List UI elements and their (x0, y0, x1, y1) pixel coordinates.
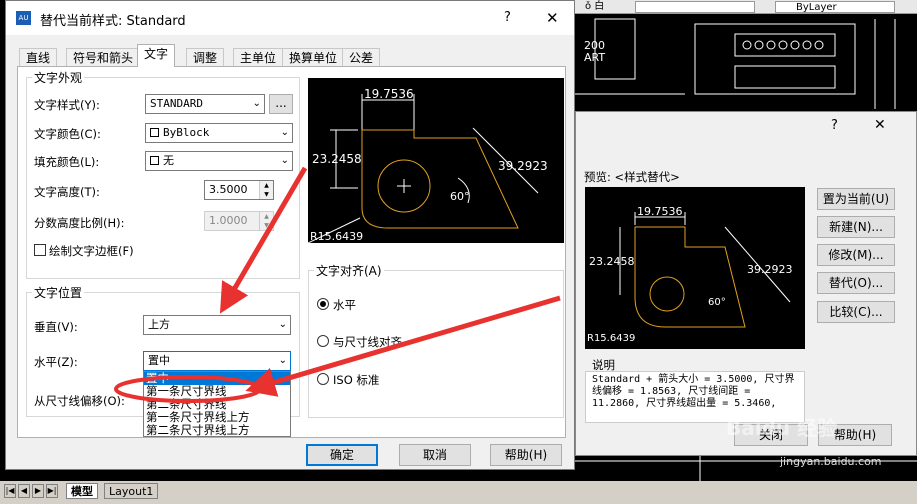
set-current-button[interactable]: 置为当前(U) (817, 188, 895, 210)
cancel-button[interactable]: 取消 (399, 444, 471, 466)
offset-label: 从尺寸线偏移(O): (34, 394, 125, 408)
tab-text[interactable]: 文字 (137, 44, 176, 67)
chevron-down-icon: ⌄ (280, 127, 289, 138)
text-style-label: 文字样式(Y): (34, 98, 100, 112)
text-alignment-label: 文字对齐(A) (314, 262, 384, 279)
text-tab-panel: 文字外观 文字样式(Y): STANDARD ⌄ ... 文字颜色(C): ByB… (17, 66, 566, 438)
next-tab-button[interactable]: ▶ (32, 484, 44, 498)
fill-color-combo[interactable]: 无 ⌄ (145, 151, 293, 171)
cad-drawing (575, 18, 896, 109)
preview-dim-left: 23.2458 (589, 255, 635, 268)
preview-dim-top: 19.7536 (637, 205, 683, 218)
chevron-down-icon: ⌄ (278, 319, 287, 330)
preview-drawing: 19.7536 23.2458 39.2923 60° R15.6439 (307, 87, 548, 244)
preview-dim-right: 39.2923 (498, 159, 548, 173)
preview-drawing: 19.7536 23.2458 39.2923 60° R15.6439 (587, 205, 793, 344)
tab-fit[interactable]: 调整 (186, 48, 225, 67)
prev-tab-button[interactable]: ◀ (18, 484, 30, 498)
app-icon: AU (16, 11, 31, 25)
align-with-dimline-label: 与尺寸线对齐 (333, 335, 402, 349)
override-style-dialog: AU 替代当前样式: Standard ? ✕ 直线 符号和箭头 文字 调整 主… (5, 0, 575, 470)
preview-dim-right: 39.2923 (747, 263, 793, 276)
horizontal-dropdown-list: 置中 第一条尺寸界线 第二条尺寸界线 第一条尺寸界线上方 第二条尺寸界线上方 (143, 371, 291, 437)
dimstyle-manager-dialog: ? ✕ 预览: <样式替代> 19.7536 23.2458 39.2923 6… (575, 111, 917, 456)
preview-dim-radius: R15.6439 (587, 333, 635, 344)
first-tab-button[interactable]: |◀ (4, 484, 16, 498)
horizontal-combo[interactable]: 置中 ⌄ (143, 351, 291, 371)
align-horizontal-radio[interactable] (317, 298, 329, 310)
color-swatch-icon (150, 128, 159, 137)
text-height-label: 文字高度(T): (34, 185, 100, 199)
style-preview: 19.7536 23.2458 39.2923 60° R15.6439 (585, 187, 805, 349)
close-icon[interactable]: ✕ (546, 9, 559, 27)
chevron-down-icon: ⌄ (280, 155, 289, 166)
dialog-title: 替代当前样式: Standard (40, 14, 186, 29)
spinner-icon[interactable]: ▲ ▼ (259, 181, 273, 199)
help-button[interactable]: 帮助(H) (490, 444, 562, 466)
watermark: Baidu 经验 (726, 416, 838, 440)
layout1-tab[interactable]: Layout1 (104, 483, 159, 499)
override-style-button[interactable]: 替代(O)... (817, 272, 895, 294)
draw-frame-checkbox[interactable] (34, 244, 46, 256)
model-tab[interactable]: 模型 (66, 483, 98, 499)
dropdown-option-over-second[interactable]: 第二条尺寸界线上方 (144, 424, 290, 437)
chevron-down-icon: ⌄ (252, 98, 261, 109)
draw-frame-label: 绘制文字边框(F) (49, 244, 134, 258)
preview-label: 预览: <样式替代> (584, 170, 680, 184)
tab-alternate-units[interactable]: 换算单位 (282, 48, 345, 67)
text-placement-label: 文字位置 (32, 284, 85, 301)
cad-text: 200 ART (584, 39, 606, 64)
tab-lines[interactable]: 直线 (19, 48, 58, 67)
modify-style-button[interactable]: 修改(M)... (817, 244, 895, 266)
preview-dim-top: 19.7536 (364, 87, 414, 101)
text-preview: 19.7536 23.2458 39.2923 60° R15.6439 (307, 78, 564, 244)
new-style-button[interactable]: 新建(N)... (817, 216, 895, 238)
watermark-url: jingyan.baidu.com (780, 455, 882, 468)
close-icon[interactable]: ✕ (874, 117, 886, 133)
layer-color-label: ǒ 白 (585, 1, 605, 12)
last-tab-button[interactable]: ▶| (46, 484, 58, 498)
title-bar: AU 替代当前样式: Standard ? ✕ (6, 1, 574, 35)
layout-tabs-bar: |◀ ◀ ▶ ▶| 模型 Layout1 (0, 481, 917, 504)
tab-tolerances[interactable]: 公差 (342, 48, 381, 67)
help-icon[interactable]: ? (504, 10, 511, 25)
compare-style-button[interactable]: 比较(C)... (817, 301, 895, 323)
fraction-scale-input: 1.0000 ▲ ▼ (204, 211, 274, 231)
text-color-combo[interactable]: ByBlock ⌄ (145, 123, 293, 143)
color-swatch-icon (150, 156, 159, 165)
fill-color-label: 填充颜色(L): (34, 155, 100, 169)
text-height-input[interactable]: 3.5000 ▲ ▼ (204, 180, 274, 200)
align-iso-label: ISO 标准 (333, 373, 380, 387)
align-with-dimline-radio[interactable] (317, 335, 329, 347)
ok-button[interactable]: 确定 (306, 444, 378, 466)
text-style-combo[interactable]: STANDARD ⌄ (145, 94, 265, 114)
cad-properties-bar: ǒ 白 ByLayer (575, 0, 917, 14)
align-horizontal-label: 水平 (333, 298, 356, 312)
help-icon[interactable]: ? (831, 118, 838, 133)
preview-dim-left: 23.2458 (312, 152, 362, 166)
text-appearance-label: 文字外观 (32, 69, 85, 86)
vertical-label: 垂直(V): (34, 320, 78, 334)
tab-symbols-arrows[interactable]: 符号和箭头 (66, 48, 141, 67)
preview-dim-angle: 60° (708, 297, 726, 308)
chevron-down-icon: ⌄ (278, 355, 287, 366)
horizontal-label: 水平(Z): (34, 355, 78, 369)
linetype-combo[interactable]: ByLayer (775, 1, 895, 13)
layer-combo[interactable] (635, 1, 755, 13)
vertical-combo[interactable]: 上方 ⌄ (143, 315, 291, 335)
preview-dim-radius: R15.6439 (310, 230, 363, 243)
text-style-browse-button[interactable]: ... (269, 94, 293, 114)
spinner-icon: ▲ ▼ (259, 212, 273, 230)
text-color-label: 文字颜色(C): (34, 127, 101, 141)
preview-dim-angle: 60° (450, 190, 470, 203)
tab-primary-units[interactable]: 主单位 (233, 48, 284, 67)
fraction-scale-label: 分数高度比例(H): (34, 216, 125, 230)
align-iso-radio[interactable] (317, 373, 329, 385)
